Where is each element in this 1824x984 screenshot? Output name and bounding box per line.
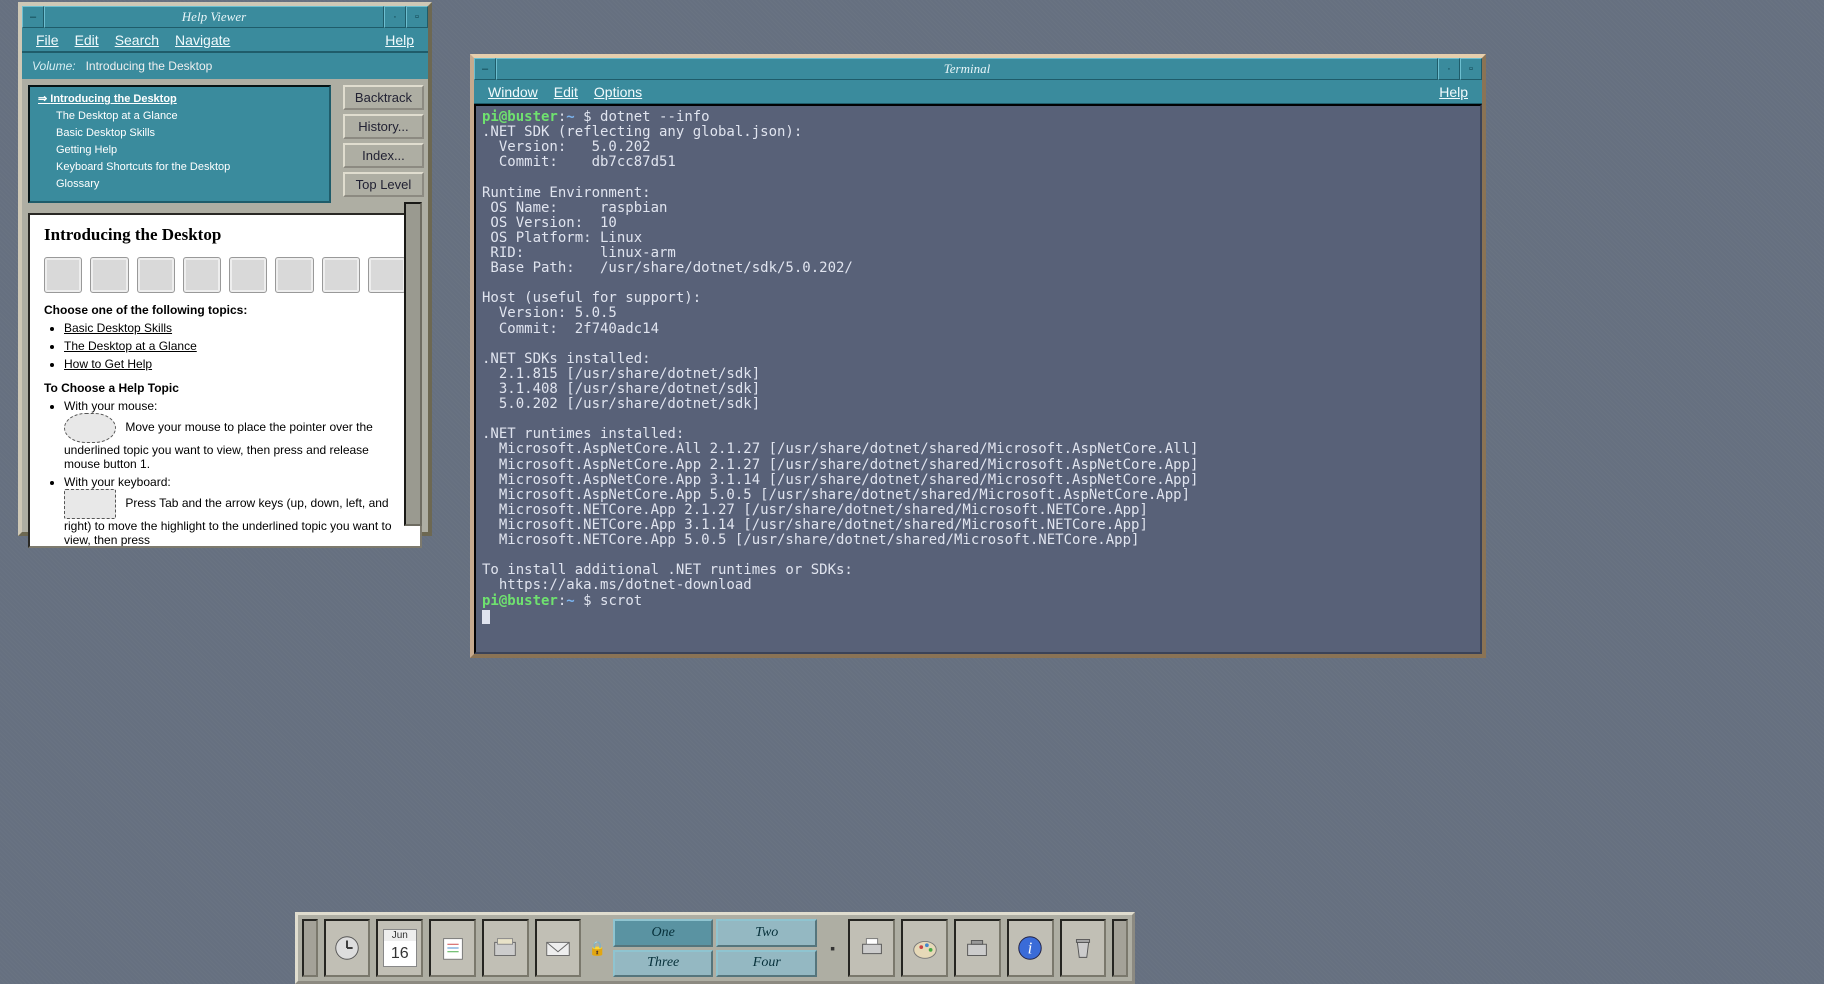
kbd-section-label: With your keyboard:	[64, 475, 171, 489]
howto-label: To Choose a Help Topic	[44, 381, 179, 395]
backtrack-button[interactable]: Backtrack	[343, 85, 424, 110]
menu-help[interactable]: Help	[377, 30, 422, 50]
printer-slot[interactable]	[848, 919, 895, 977]
terminal-menubar: Window Edit Options Help	[474, 80, 1482, 104]
notepad-icon	[438, 933, 468, 963]
workspace-three[interactable]: Three	[613, 950, 714, 978]
window-menu-button[interactable]: –	[474, 58, 496, 80]
window-menu-button[interactable]: –	[22, 6, 44, 28]
tree-item[interactable]: Keyboard Shortcuts for the Desktop	[38, 159, 321, 176]
workspace-switcher: One Two Three Four	[613, 919, 817, 977]
workspace-two[interactable]: Two	[716, 919, 817, 947]
menu-edit[interactable]: Edit	[67, 30, 107, 50]
folder-icon	[322, 257, 360, 293]
help-viewer-title: Help Viewer	[44, 6, 384, 28]
style-manager-slot[interactable]	[901, 919, 948, 977]
index-button[interactable]: Index...	[343, 143, 424, 168]
menu-window[interactable]: Window	[480, 82, 546, 102]
menu-options[interactable]: Options	[586, 82, 650, 102]
calendar-day: 16	[384, 941, 416, 966]
terminal-title: Terminal	[496, 58, 1438, 80]
maximize-button[interactable]: ▫	[406, 6, 428, 28]
mail-icon	[368, 257, 406, 293]
svg-text:i: i	[1028, 939, 1033, 958]
topic-tree[interactable]: ⇒ Introducing the Desktop The Desktop at…	[28, 85, 331, 203]
volume-value: Introducing the Desktop	[86, 59, 213, 73]
mail-icon	[543, 933, 573, 963]
help-viewer-window: – Help Viewer · ▫ File Edit Search Navig…	[18, 2, 432, 536]
tree-root[interactable]: ⇒ Introducing the Desktop	[38, 91, 321, 108]
keys-icon	[183, 257, 221, 293]
tree-item[interactable]: Basic Desktop Skills	[38, 125, 321, 142]
printer-icon	[90, 257, 128, 293]
terminal-output[interactable]: pi@buster:~ $ dotnet --info .NET SDK (re…	[474, 104, 1482, 654]
toolbox-icon	[962, 933, 992, 963]
info-icon: i	[1015, 933, 1045, 963]
file-manager-slot[interactable]	[482, 919, 529, 977]
calendar-month: Jun	[384, 930, 416, 941]
drawer-icon	[490, 933, 520, 963]
menu-help[interactable]: Help	[1431, 82, 1476, 102]
terminal-titlebar[interactable]: – Terminal · ▫	[474, 58, 1482, 80]
palette-icon	[910, 933, 940, 963]
help-slot[interactable]: i	[1007, 919, 1054, 977]
exit-icon: ▪	[830, 940, 835, 956]
mail-slot[interactable]	[535, 919, 582, 977]
workspace-four[interactable]: Four	[716, 950, 817, 978]
trash-slot[interactable]	[1060, 919, 1107, 977]
calendar-slot[interactable]: Jun 16	[376, 919, 423, 977]
doc-icon-row	[44, 251, 406, 303]
exit-slot[interactable]: ▪	[823, 919, 842, 977]
mouse-section-label: With your mouse:	[64, 399, 157, 413]
volume-label: Volume:	[32, 59, 76, 73]
mouse-icon	[64, 413, 116, 443]
toplevel-button[interactable]: Top Level	[343, 172, 424, 197]
personal-app-slot[interactable]	[429, 919, 476, 977]
tree-item[interactable]: Getting Help	[38, 142, 321, 159]
terminal-window: – Terminal · ▫ Window Edit Options Help …	[470, 54, 1486, 658]
lock-slot[interactable]: 🔒	[587, 919, 606, 977]
keyboard-icon	[64, 489, 116, 519]
help-viewer-menubar: File Edit Search Navigate Help	[22, 28, 428, 52]
menu-edit[interactable]: Edit	[546, 82, 586, 102]
doc-heading: Introducing the Desktop	[44, 225, 406, 245]
tablet-icon	[275, 257, 313, 293]
printer-icon	[857, 933, 887, 963]
panel-handle-left[interactable]	[302, 919, 318, 977]
trash-icon	[1068, 933, 1098, 963]
clock-slot[interactable]	[324, 919, 371, 977]
minimize-button[interactable]: ·	[1438, 58, 1460, 80]
doc-scrollbar[interactable]	[404, 202, 422, 526]
doc-link[interactable]: How to Get Help	[64, 357, 152, 371]
history-button[interactable]: History...	[343, 114, 424, 139]
tree-item[interactable]: The Desktop at a Glance	[38, 108, 321, 125]
maximize-button[interactable]: ▫	[1460, 58, 1482, 80]
fax-icon	[137, 257, 175, 293]
menu-search[interactable]: Search	[107, 30, 167, 50]
speaker-icon	[44, 257, 82, 293]
front-panel: Jun 16 🔒 One Two Three Four ▪ i	[295, 912, 1135, 984]
tree-item[interactable]: Glossary	[38, 176, 321, 193]
clock-icon	[332, 933, 362, 963]
choose-label: Choose one of the following topics:	[44, 303, 247, 317]
menu-navigate[interactable]: Navigate	[167, 30, 238, 50]
menu-file[interactable]: File	[28, 30, 67, 50]
book-icon	[229, 257, 267, 293]
doc-link[interactable]: Basic Desktop Skills	[64, 321, 172, 335]
doc-link[interactable]: The Desktop at a Glance	[64, 339, 197, 353]
volume-bar: Volume: Introducing the Desktop	[22, 52, 428, 79]
workspace-one[interactable]: One	[613, 919, 714, 947]
help-viewer-titlebar[interactable]: – Help Viewer · ▫	[22, 6, 428, 28]
padlock-icon: 🔒	[588, 940, 605, 957]
help-document: Introducing the Desktop Choose one of th…	[28, 213, 422, 548]
minimize-button[interactable]: ·	[384, 6, 406, 28]
app-manager-slot[interactable]	[954, 919, 1001, 977]
panel-handle-right[interactable]	[1112, 919, 1128, 977]
